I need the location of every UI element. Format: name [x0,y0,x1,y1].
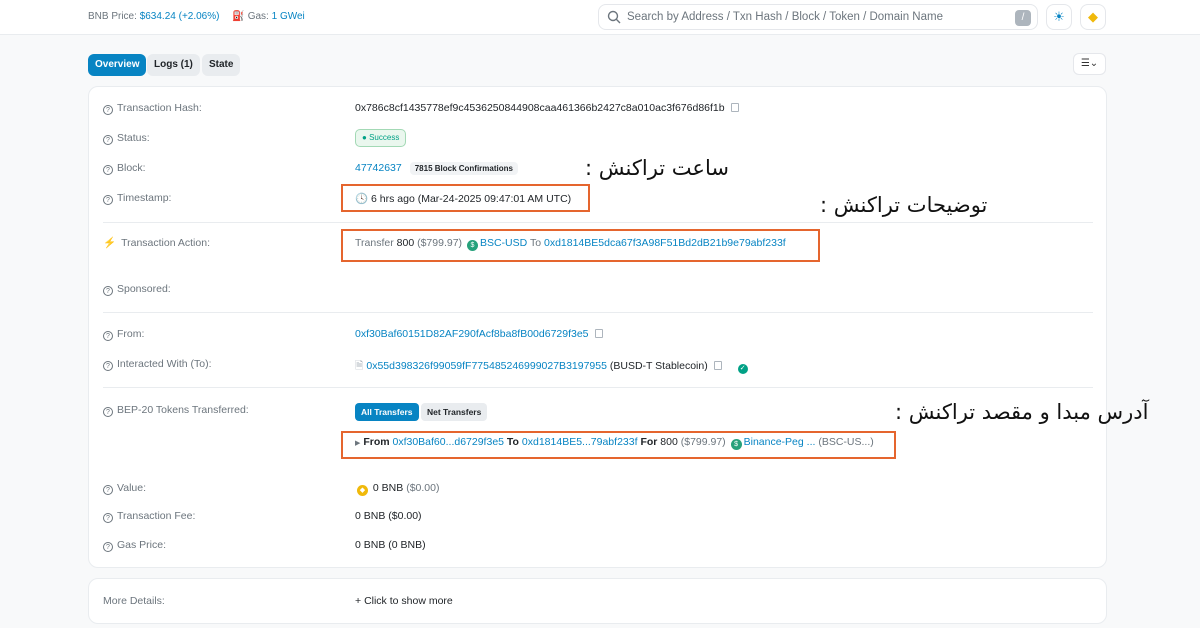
file-icon: 🗎 [355,360,364,372]
divider [103,312,1093,313]
from-address-link[interactable]: 0xf30Baf60151D82AF290fAcf8ba8fB00d6729f3… [355,328,589,340]
copy-icon[interactable] [594,329,603,338]
gas-price-label: ? Gas Price: [103,539,166,552]
check-circle-icon: ● [362,133,367,142]
highlight-transfer [341,431,896,459]
help-icon: ? [103,135,113,145]
tab-state[interactable]: State [202,54,241,76]
confirmations-badge: 7815 Block Confirmations [409,162,518,175]
annotation-time: ساعت تراکنش : [585,156,729,180]
help-icon: ? [103,407,113,417]
divider [103,387,1093,388]
gas-icon: ⛽ [232,11,245,22]
block-value: 47742637 7815 Block Confirmations [355,162,518,175]
status-label: ? Status: [103,132,150,145]
annotation-description: توضیحات تراکنش : [820,193,988,217]
help-icon: ? [103,513,113,523]
net-transfers-button[interactable]: Net Transfers [421,403,488,421]
help-icon: ? [103,542,113,552]
search-shortcut-key: / [1015,10,1031,26]
search-icon [607,10,621,24]
divider [103,222,1093,223]
help-icon: ? [103,105,113,115]
plus-icon: + [355,595,362,607]
help-icon: ? [103,331,113,341]
list-icon: ☰⌄ [1080,58,1099,69]
from-label: ? From: [103,328,144,341]
bnb-price-label: BNB Price: [88,11,137,22]
view-options-button[interactable]: ☰⌄ [1073,53,1106,75]
annotation-addresses: آدرس مبدا و مقصد تراکنش : [895,400,1149,424]
tab-overview[interactable]: Overview [88,54,147,76]
tokens-label: ? BEP-20 Tokens Transferred: [103,404,249,417]
timestamp-label: ? Timestamp: [103,192,171,205]
gas-label: Gas: [247,11,269,22]
help-icon: ? [103,165,113,175]
highlight-action [341,229,820,262]
gas-value[interactable]: 1 GWei [272,11,305,22]
help-icon: ? [103,286,113,296]
bnb-price-value[interactable]: $634.24 (+2.06%) [140,11,220,22]
theme-toggle-button[interactable]: ☀ [1046,4,1072,30]
verified-check-icon: ✓ [737,364,748,374]
fee-label: ? Transaction Fee: [103,510,195,523]
network-switch-button[interactable]: ◆ [1080,4,1106,30]
from-value: 0xf30Baf60151D82AF290fAcf8ba8fB00d6729f3… [355,328,603,340]
action-label: ⚡ Transaction Action: [103,237,210,249]
all-transfers-button[interactable]: All Transfers [355,403,419,421]
copy-icon[interactable] [730,103,739,112]
copy-icon[interactable] [713,361,722,370]
bnb-coin-icon: ◆ [357,485,368,496]
bnb-logo-icon: ◆ [1088,9,1098,24]
tx-hash-label: ? Transaction Hash: [103,102,202,115]
block-label: ? Block: [103,162,146,175]
help-icon: ? [103,485,113,495]
value-label: ? Value: [103,482,146,495]
top-bar: BNB Price: $634.24 (+2.06%) ⛽ Gas: 1 GWei… [0,0,1200,35]
highlight-timestamp [341,184,590,212]
more-details-card [88,578,1107,624]
interacted-value: 🗎 0x55d398326f99059fF775485246999027B319… [355,358,748,376]
price-info: BNB Price: $634.24 (+2.06%) ⛽ Gas: 1 GWei [88,11,305,22]
help-icon: ? [103,195,113,205]
help-icon: ? [103,361,113,371]
sponsored-label: ? Sponsored: [103,283,171,296]
sun-icon: ☀ [1053,9,1065,24]
more-details-label: More Details: [103,595,165,607]
contract-address-link[interactable]: 0x55d398326f99059fF775485246999027B31979… [366,360,607,372]
status-badge: ● Success [355,129,407,147]
interacted-label: ? Interacted With (To): [103,358,212,371]
fee-value: 0 BNB ($0.00) [355,510,422,522]
lightning-icon: ⚡ [103,237,117,249]
tab-logs[interactable]: Logs (1) [147,54,200,76]
value-value: ◆ 0 BNB ($0.00) [355,482,439,496]
search-input[interactable]: Search by Address / Txn Hash / Block / T… [627,11,943,23]
gas-price-value: 0 BNB (0 BNB) [355,539,426,551]
block-number-link[interactable]: 47742637 [355,162,402,174]
search-bar[interactable]: Search by Address / Txn Hash / Block / T… [598,4,1038,30]
tx-hash-value: 0x786c8cf1435778ef9c4536250844908caa4613… [355,102,739,114]
show-more-link[interactable]: + Click to show more [355,595,453,607]
